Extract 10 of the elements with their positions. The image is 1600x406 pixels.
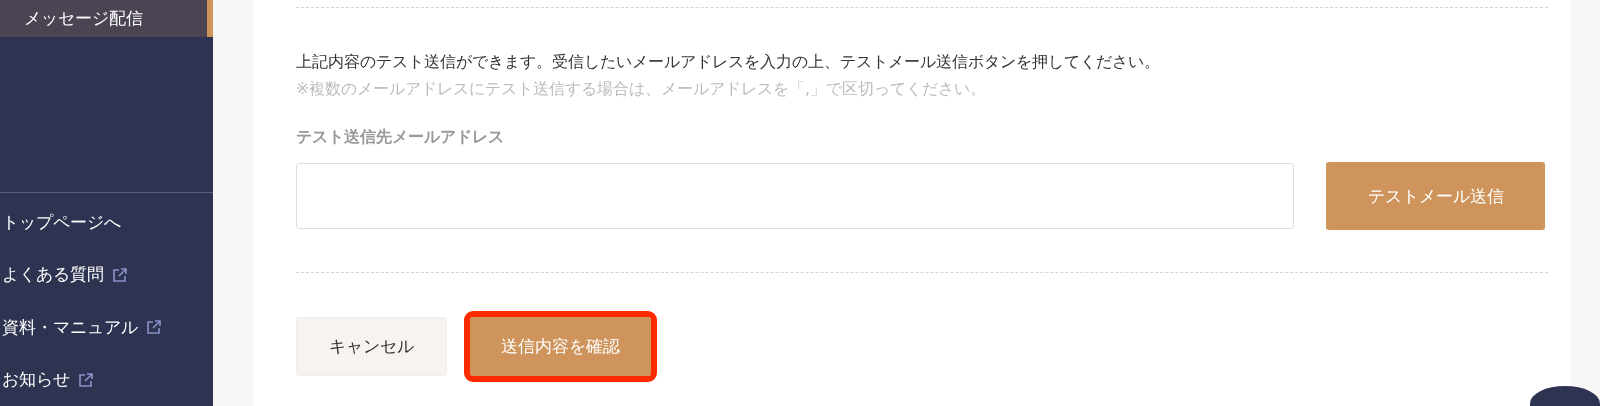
- sidebar-item[interactable]: お知らせ: [0, 353, 213, 406]
- sidebar-item[interactable]: トップページへ: [0, 196, 213, 249]
- sidebar-item[interactable]: メッセージ配信: [0, 0, 213, 37]
- sidebar-item[interactable]: よくある質問: [0, 248, 213, 302]
- sidebar-item[interactable]: 資料・マニュアル: [0, 301, 213, 354]
- note-text: ※複数のメールアドレスにテスト送信する場合は、メールアドレスを「,」で区切ってください。: [296, 79, 987, 100]
- cancel-button[interactable]: キャンセル: [296, 317, 447, 376]
- email-input-field[interactable]: [296, 163, 1294, 229]
- description-text: 上記内容のテスト送信ができます。受信したいメールアドレスを入力の上、テストメール送信ボタンを押してください。: [296, 52, 1161, 73]
- field-label: テスト送信先メールアドレス: [296, 127, 505, 148]
